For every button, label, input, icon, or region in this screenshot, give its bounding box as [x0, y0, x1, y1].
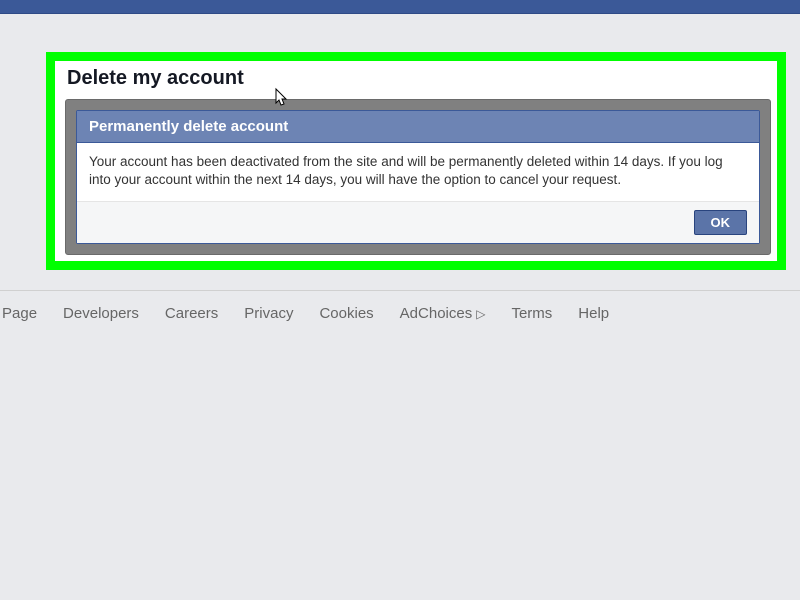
ok-button[interactable]: OK: [694, 210, 748, 235]
modal-backdrop: Permanently delete account Your account …: [65, 99, 771, 255]
dialog-body: Your account has been deactivated from t…: [77, 143, 759, 202]
footer-links: Page Developers Careers Privacy Cookies …: [2, 305, 800, 322]
top-nav-bar: [0, 0, 800, 14]
adchoices-label: AdChoices: [400, 305, 473, 322]
footer-link-cookies[interactable]: Cookies: [319, 305, 373, 322]
confirm-dialog: Permanently delete account Your account …: [76, 110, 760, 244]
footer: Page Developers Careers Privacy Cookies …: [0, 290, 800, 322]
footer-link-page[interactable]: Page: [2, 305, 37, 322]
footer-link-help[interactable]: Help: [578, 305, 609, 322]
highlight-frame: Delete my account Permanently delete acc…: [46, 52, 786, 270]
page-title: Delete my account: [55, 61, 777, 94]
footer-link-privacy[interactable]: Privacy: [244, 305, 293, 322]
dialog-footer: OK: [77, 202, 759, 243]
footer-link-careers[interactable]: Careers: [165, 305, 218, 322]
footer-link-terms[interactable]: Terms: [511, 305, 552, 322]
footer-link-adchoices[interactable]: AdChoices ▷: [400, 305, 486, 322]
dialog-header: Permanently delete account: [77, 111, 759, 143]
adchoices-icon: ▷: [476, 307, 485, 321]
footer-link-developers[interactable]: Developers: [63, 305, 139, 322]
